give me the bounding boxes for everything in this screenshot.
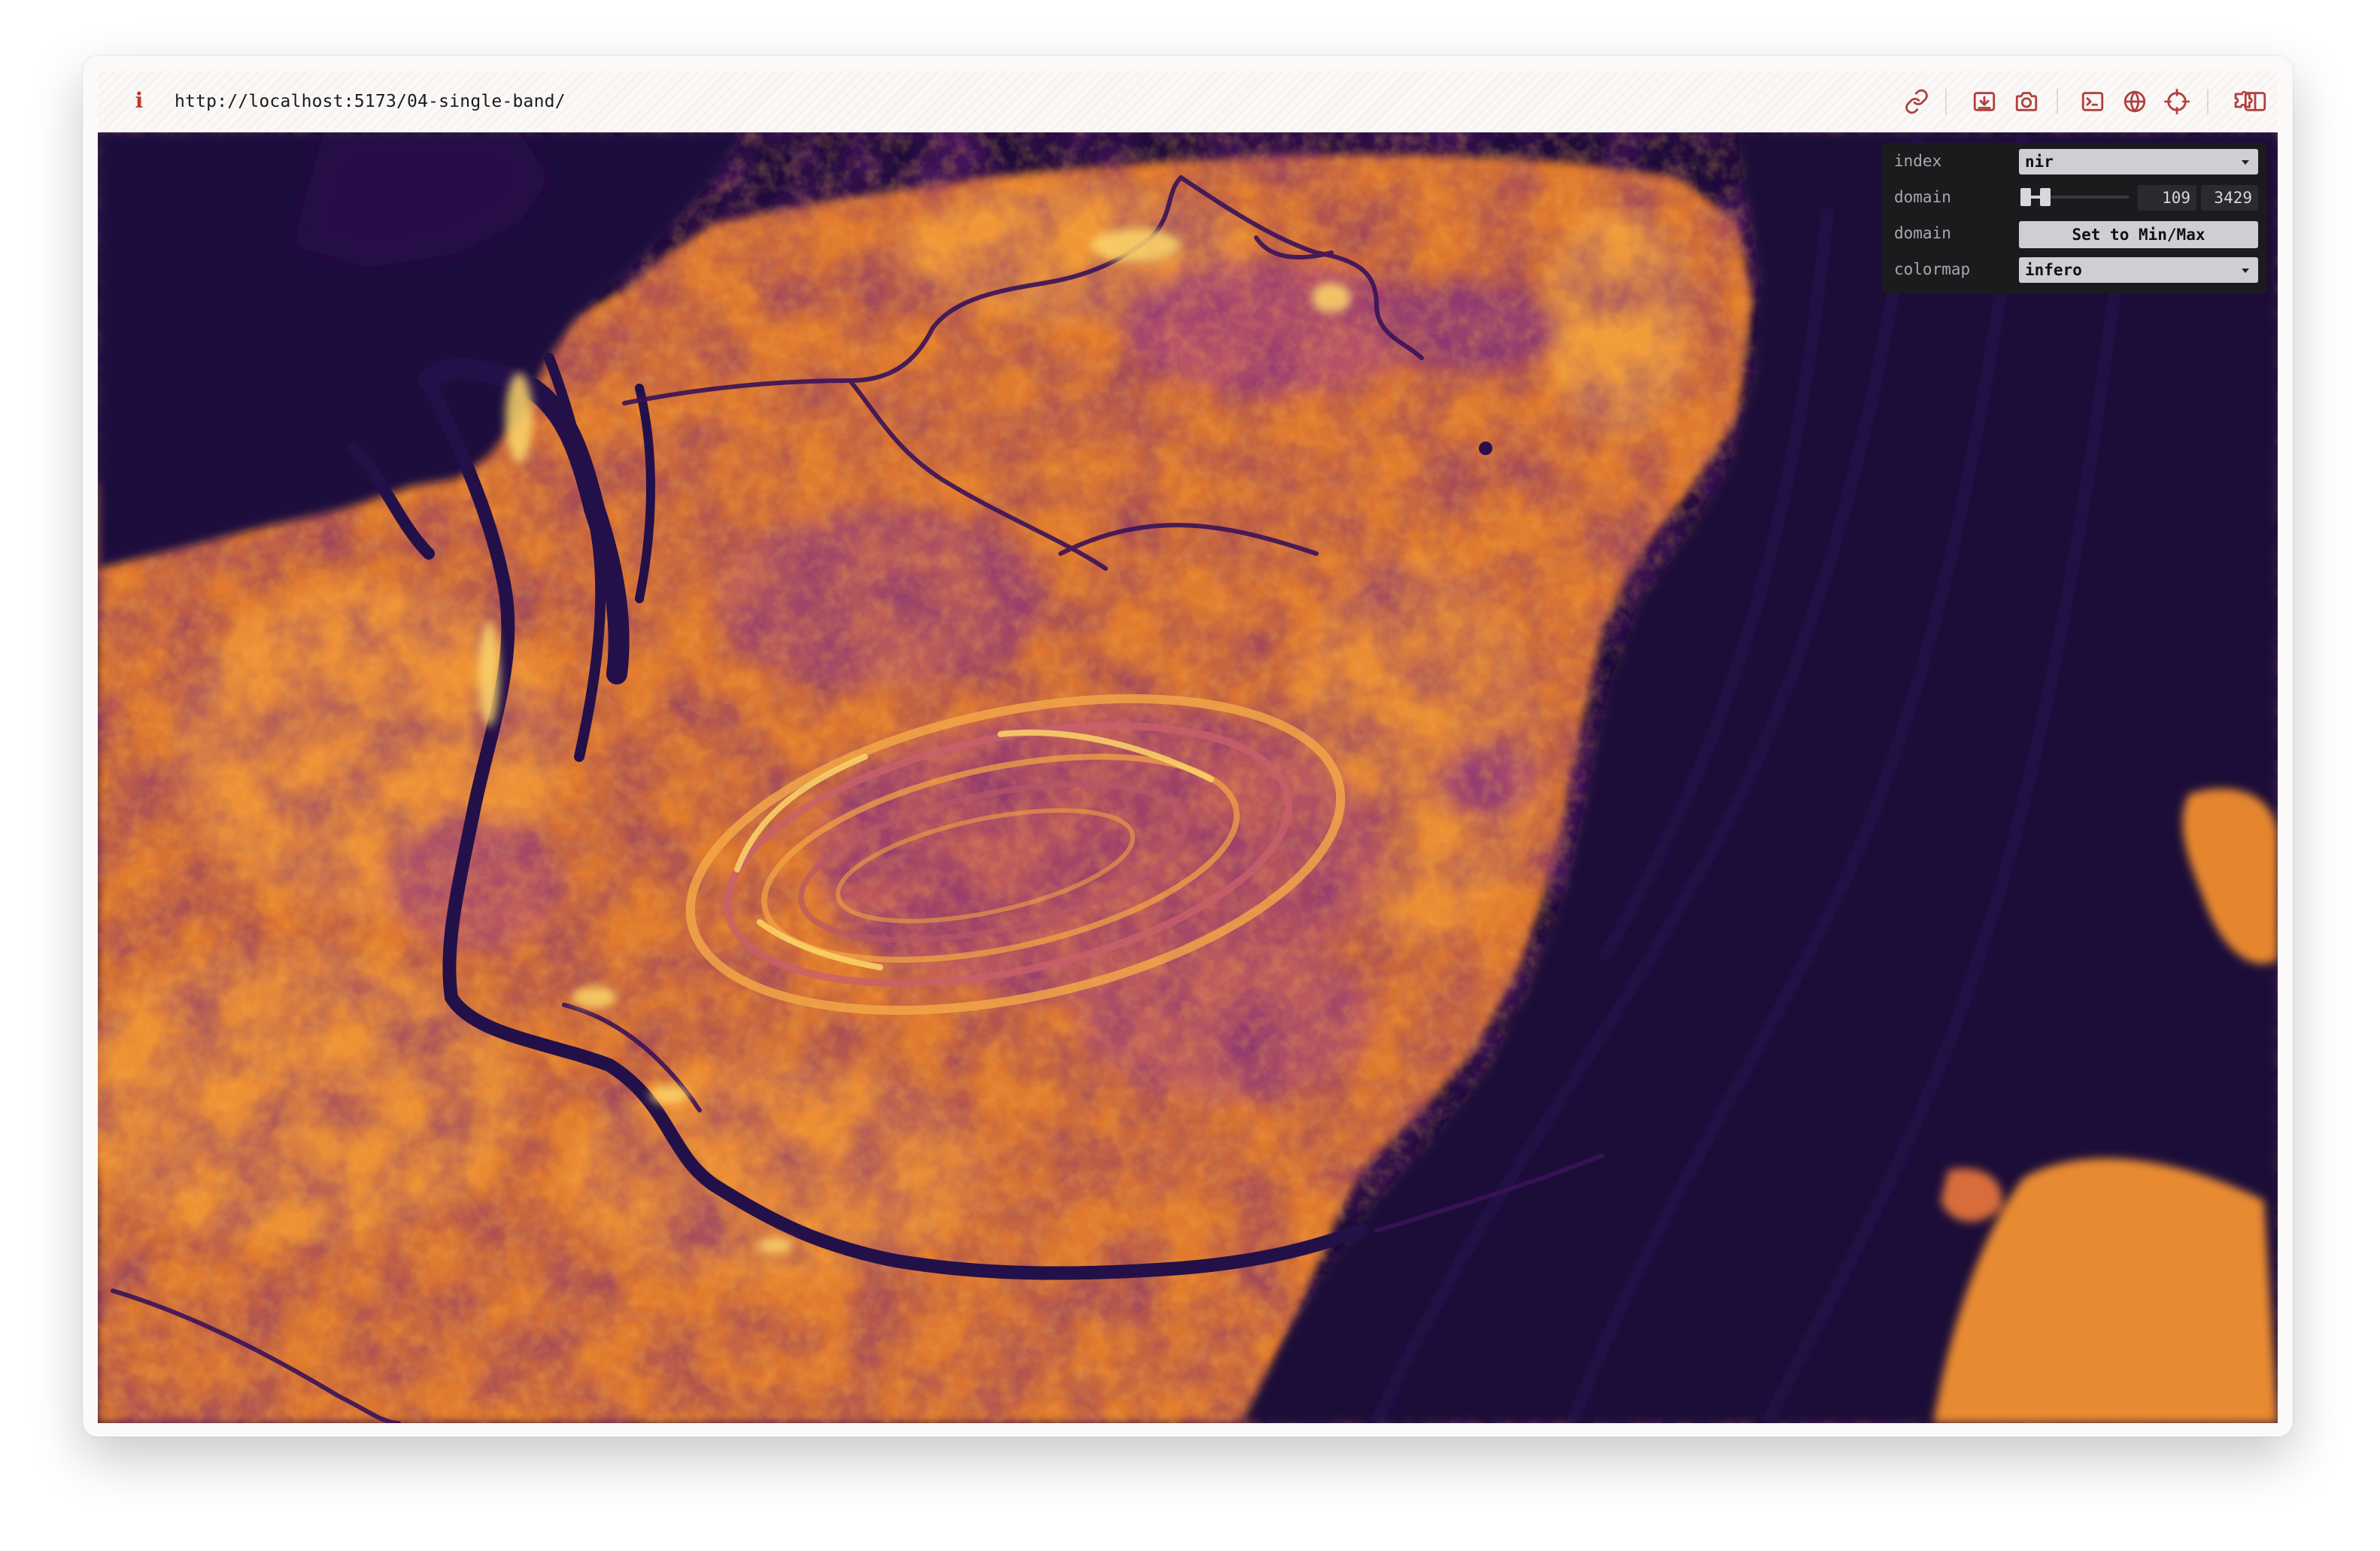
chevron-down-icon (2242, 269, 2249, 273)
url-bar[interactable]: http://localhost:5173/04-single-band/ (175, 86, 566, 117)
domain-button-row: domain Set to Min/Max (1882, 215, 2267, 251)
index-row: index nir (1882, 143, 2267, 179)
domain-range-slider[interactable] (2020, 188, 2129, 206)
colormap-row: colormap infero (1882, 251, 2267, 287)
globe-icon[interactable] (2120, 87, 2150, 117)
domain-max-handle[interactable] (2040, 188, 2051, 206)
info-icon[interactable]: i (128, 84, 150, 117)
toolbar-actions (1856, 71, 2278, 132)
colormap-select[interactable]: infero (2019, 257, 2258, 283)
domain-label-2: domain (1894, 224, 1951, 242)
browser-window: i http://localhost:5173/04-single-band/ (83, 56, 2293, 1437)
domain-max-input[interactable]: 3429 (2201, 185, 2258, 211)
toolbar-divider (2057, 89, 2058, 114)
domain-range-row: domain 109 3429 (1882, 179, 2267, 215)
index-label: index (1894, 152, 1942, 170)
link-icon[interactable] (1902, 87, 1932, 117)
download-icon[interactable] (1969, 87, 1999, 117)
colormap-value: infero (2025, 261, 2082, 279)
crosshair-icon[interactable] (2162, 87, 2192, 117)
split-view-icon[interactable] (2240, 87, 2270, 117)
domain-min-handle[interactable] (2020, 188, 2031, 206)
domain-min-input[interactable]: 109 (2138, 185, 2196, 211)
map-viewport[interactable]: index nir domain 109 3429 domain Set to (98, 132, 2278, 1423)
camera-icon[interactable] (2011, 87, 2042, 117)
index-select[interactable]: nir (2019, 149, 2258, 175)
domain-label: domain (1894, 188, 1951, 206)
toolbar-divider (2207, 89, 2208, 114)
raster-map[interactable] (98, 132, 2278, 1423)
control-panel: index nir domain 109 3429 domain Set to (1882, 143, 2267, 293)
set-to-min-max-button[interactable]: Set to Min/Max (2019, 221, 2258, 248)
toolbar-divider (1945, 89, 1947, 114)
browser-toolbar: i http://localhost:5173/04-single-band/ (98, 71, 2278, 132)
terminal-icon[interactable] (2078, 87, 2108, 117)
index-value: nir (2025, 153, 2054, 171)
chevron-down-icon (2242, 160, 2249, 165)
colormap-label: colormap (1894, 260, 1971, 278)
